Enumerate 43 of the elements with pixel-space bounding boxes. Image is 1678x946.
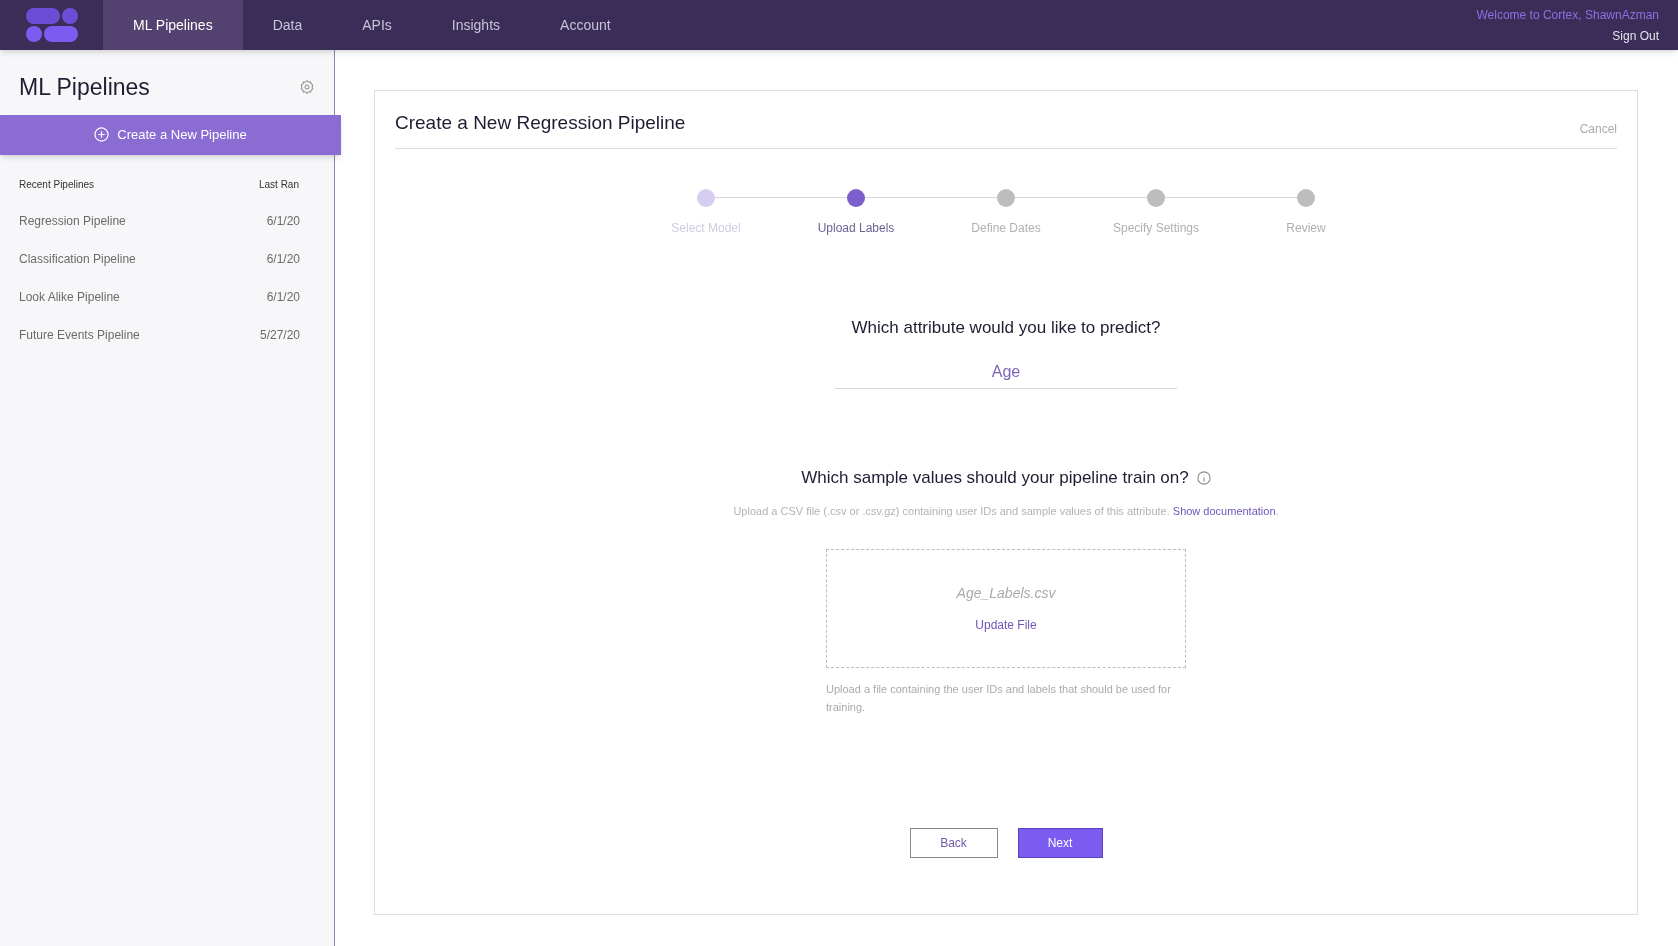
nav-tab[interactable]: APIs <box>332 0 422 50</box>
plus-circle-icon <box>94 127 110 142</box>
show-documentation-link[interactable]: Show documentation <box>1172 504 1276 517</box>
update-file-link[interactable]: Update File <box>975 616 1037 634</box>
next-button[interactable]: Next <box>1017 828 1103 858</box>
attribute-input-field[interactable]: Age <box>835 360 1177 389</box>
pipeline-list-item[interactable]: Look Alike Pipeline 6/1/20 <box>0 277 334 316</box>
help-text: Upload a file containing the user IDs and labels that should be used for training. <box>826 682 1172 715</box>
create-pipeline-button[interactable]: Create a New Pipeline <box>0 114 341 155</box>
logo-icon <box>23 6 80 44</box>
last-ran-date: 6/1/20 <box>266 250 300 268</box>
pipeline-name: Future Events Pipeline <box>19 326 140 344</box>
upload-description: Upload a CSV file (.csv or .csv.gz) containing user IDs and sample values of this attribute. Show documentation. <box>733 503 1279 519</box>
last-ran-date: 6/1/20 <box>266 288 300 306</box>
pipeline-list-item[interactable]: Future Events Pipeline 5/27/20 <box>0 315 334 354</box>
column-header: Last Ran <box>258 177 299 192</box>
step-label: Upload Labels <box>817 219 895 237</box>
step-label: Define Dates <box>971 219 1041 237</box>
pipeline-list-item[interactable]: Classification Pipeline 6/1/20 <box>0 239 334 278</box>
settings-icon[interactable] <box>299 79 315 96</box>
step-label: Specify Settings <box>1112 219 1199 237</box>
welcome-text: Welcome to Cortex, ShawnAzman <box>1476 6 1659 24</box>
pipeline-name: Classification Pipeline <box>19 250 136 268</box>
file-drop-zone[interactable]: Age_Labels.csv Update File <box>826 549 1186 668</box>
info-icon[interactable] <box>1196 470 1211 485</box>
sidebar-title: ML Pipelines <box>19 73 150 102</box>
form-title: Create a New Regression Pipeline <box>395 111 686 135</box>
sample-question-text: Which sample values should your pipeline train on? <box>801 467 1189 489</box>
pipeline-name: Regression Pipeline <box>19 212 126 230</box>
nav-tab[interactable]: Insights <box>421 0 531 50</box>
last-ran-date: 5/27/20 <box>259 326 300 344</box>
back-button[interactable]: Back <box>909 828 998 858</box>
nav-tab[interactable]: Account <box>530 0 641 50</box>
file-name: Age_Labels.csv <box>956 584 1056 603</box>
column-header: Recent Pipelines <box>19 177 95 192</box>
pipeline-name: Look Alike Pipeline <box>19 288 120 306</box>
nav-tab[interactable]: ML Pipelines <box>103 0 243 50</box>
question-text: Which attribute would you like to predict? <box>851 316 1161 339</box>
last-ran-date: 6/1/20 <box>266 212 300 230</box>
pipeline-list-item[interactable]: Regression Pipeline 6/1/20 <box>0 201 334 240</box>
sign-out-link[interactable]: Sign Out <box>1612 26 1659 45</box>
step-label: Review <box>1286 219 1326 237</box>
nav-tab[interactable]: Data <box>242 0 333 50</box>
